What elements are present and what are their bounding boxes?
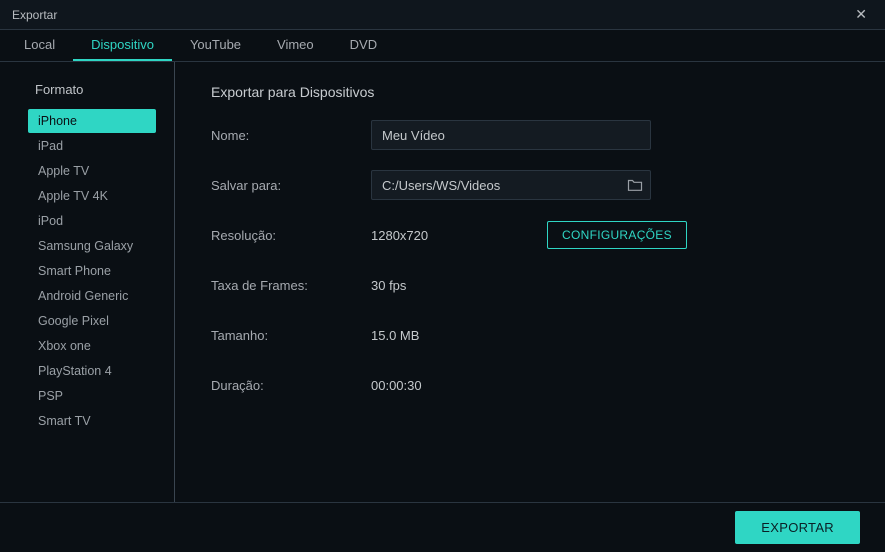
footer: EXPORTAR	[0, 502, 885, 552]
format-item-ipod[interactable]: iPod	[28, 209, 156, 233]
row-save-to: Salvar para:	[211, 170, 857, 200]
folder-icon[interactable]	[627, 178, 643, 192]
format-item-xbox-one[interactable]: Xbox one	[28, 334, 156, 358]
close-icon[interactable]: ✕	[849, 2, 873, 27]
format-item-google-pixel[interactable]: Google Pixel	[28, 309, 156, 333]
name-input[interactable]	[371, 120, 651, 150]
export-button[interactable]: EXPORTAR	[735, 511, 860, 544]
size-value: 15.0 MB	[371, 328, 419, 343]
tabs: Local Dispositivo YouTube Vimeo DVD	[0, 30, 885, 62]
row-duration: Duração: 00:00:30	[211, 370, 857, 400]
format-item-samsung-galaxy[interactable]: Samsung Galaxy	[28, 234, 156, 258]
row-name: Nome:	[211, 120, 857, 150]
format-item-apple-tv[interactable]: Apple TV	[28, 159, 156, 183]
duration-label: Duração:	[211, 378, 371, 393]
name-label: Nome:	[211, 128, 371, 143]
sidebar-heading: Formato	[0, 82, 174, 109]
row-resolution: Resolução: 1280x720 CONFIGURAÇÕES	[211, 220, 857, 250]
titlebar: Exportar ✕	[0, 0, 885, 30]
spacer	[211, 420, 857, 486]
format-list: iPhone iPad Apple TV Apple TV 4K iPod Sa…	[0, 109, 174, 433]
format-item-iphone[interactable]: iPhone	[28, 109, 156, 133]
row-framerate: Taxa de Frames: 30 fps	[211, 270, 857, 300]
format-item-ipad[interactable]: iPad	[28, 134, 156, 158]
resolution-value: 1280x720	[371, 228, 471, 243]
sidebar: Formato iPhone iPad Apple TV Apple TV 4K…	[0, 62, 175, 502]
save-to-label: Salvar para:	[211, 178, 371, 193]
row-size: Tamanho: 15.0 MB	[211, 320, 857, 350]
main-panel: Exportar para Dispositivos Nome: Salvar …	[175, 62, 885, 502]
tab-dvd[interactable]: DVD	[332, 30, 395, 61]
framerate-label: Taxa de Frames:	[211, 278, 371, 293]
format-item-smart-tv[interactable]: Smart TV	[28, 409, 156, 433]
framerate-value: 30 fps	[371, 278, 406, 293]
format-item-apple-tv-4k[interactable]: Apple TV 4K	[28, 184, 156, 208]
format-item-psp[interactable]: PSP	[28, 384, 156, 408]
tab-dispositivo[interactable]: Dispositivo	[73, 30, 172, 61]
format-item-playstation-4[interactable]: PlayStation 4	[28, 359, 156, 383]
settings-button[interactable]: CONFIGURAÇÕES	[547, 221, 687, 249]
resolution-label: Resolução:	[211, 228, 371, 243]
window-title: Exportar	[12, 8, 57, 22]
section-title: Exportar para Dispositivos	[211, 84, 857, 100]
size-label: Tamanho:	[211, 328, 371, 343]
content: Formato iPhone iPad Apple TV Apple TV 4K…	[0, 62, 885, 502]
save-to-input[interactable]	[371, 170, 651, 200]
tab-vimeo[interactable]: Vimeo	[259, 30, 332, 61]
format-item-android-generic[interactable]: Android Generic	[28, 284, 156, 308]
save-to-input-wrap	[371, 170, 651, 200]
duration-value: 00:00:30	[371, 378, 422, 393]
tab-youtube[interactable]: YouTube	[172, 30, 259, 61]
format-item-smart-phone[interactable]: Smart Phone	[28, 259, 156, 283]
tab-local[interactable]: Local	[6, 30, 73, 61]
